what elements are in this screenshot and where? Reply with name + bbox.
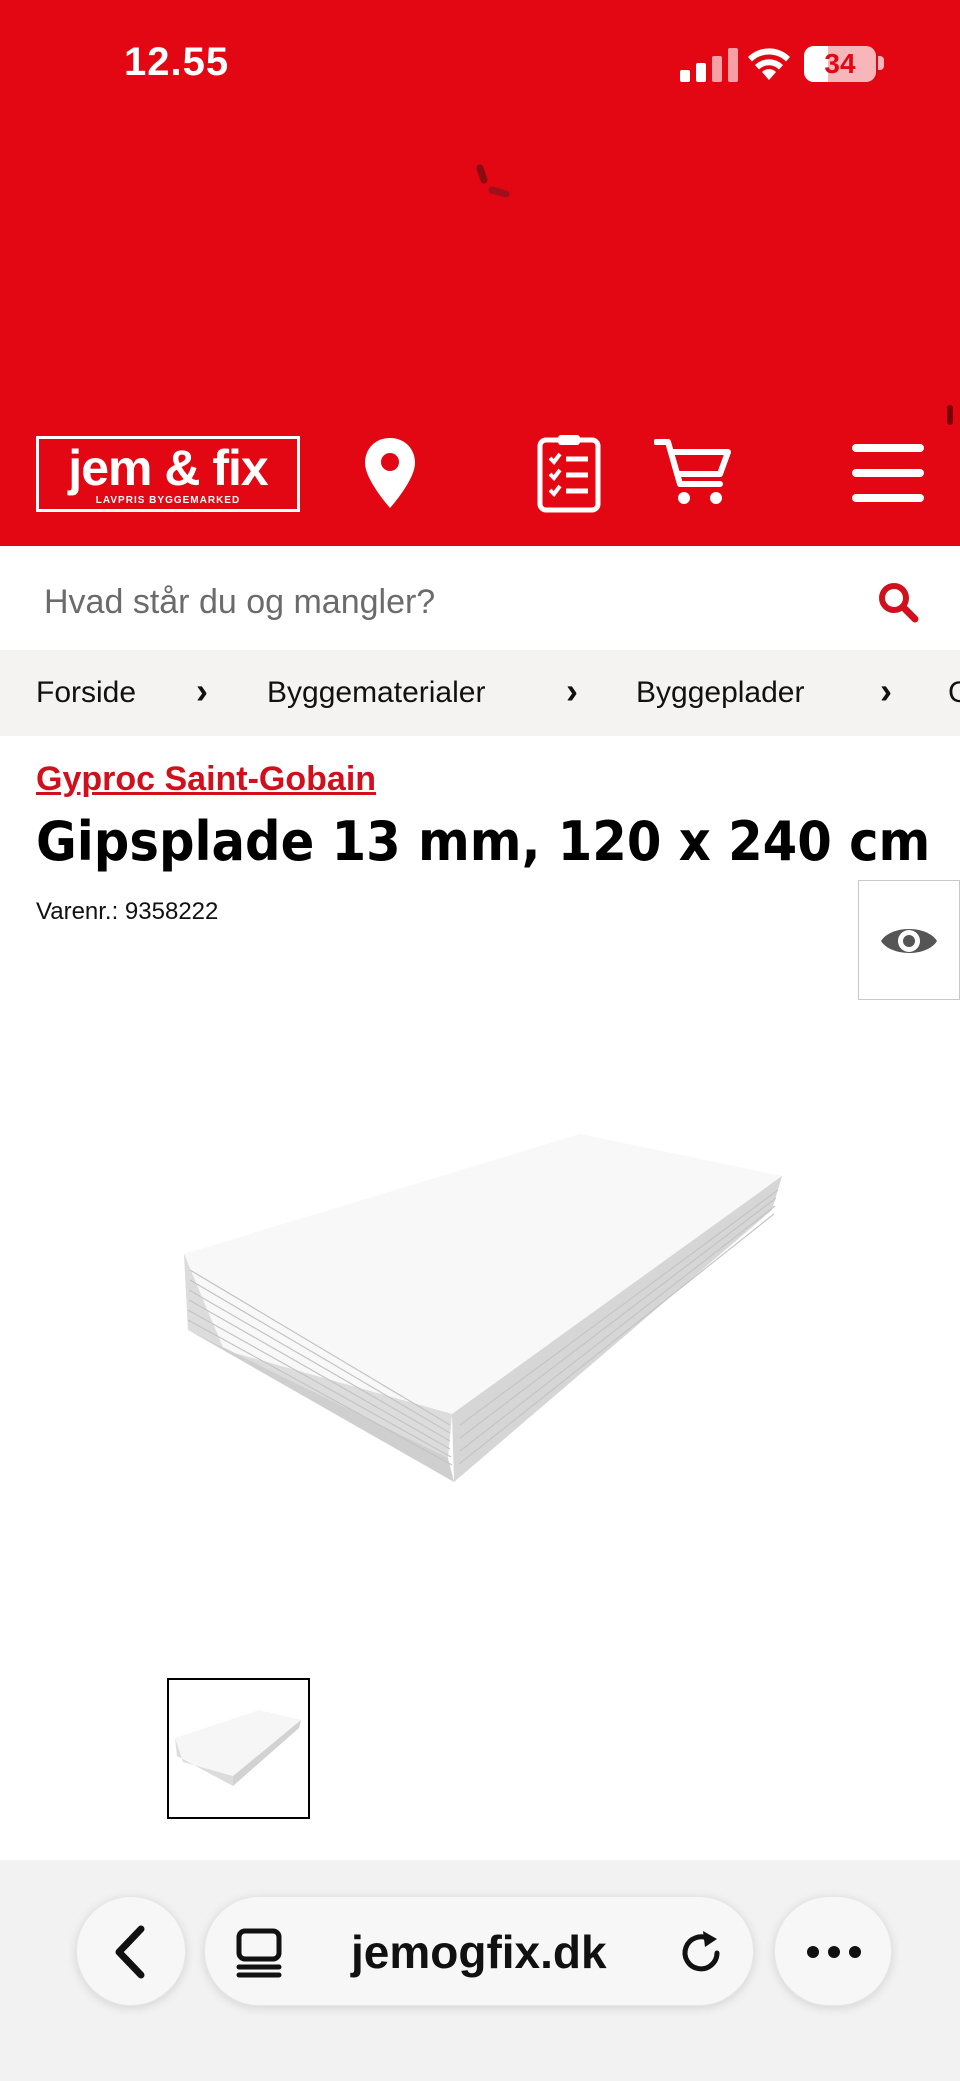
page: 12.55 34 jem & fix LAVPRIS BYGGEMARKED H… <box>0 0 960 2081</box>
thumbnail-image <box>175 1710 301 1786</box>
chevron-left-icon <box>115 1925 145 1979</box>
breadcrumb-item-byggeplader[interactable]: Byggeplader <box>636 676 804 710</box>
location-pin-icon[interactable] <box>362 436 418 510</box>
breadcrumb-item-byggematerialer[interactable]: Byggematerialer <box>267 676 485 710</box>
battery-cap <box>878 56 884 70</box>
logo-tagline: LAVPRIS BYGGEMARKED <box>95 495 241 506</box>
address-bar[interactable]: jemogfix.dk <box>204 1896 754 2006</box>
header-background: 12.55 34 jem & fix LAVPRIS BYGGEMARKED <box>0 0 960 546</box>
reload-icon[interactable] <box>677 1927 727 1977</box>
back-button[interactable] <box>76 1896 186 2006</box>
product-sku: Varenr.: 9358222 <box>36 898 219 925</box>
search-icon[interactable] <box>876 580 920 624</box>
eye-icon <box>881 929 937 953</box>
more-options-button[interactable] <box>774 1896 892 2006</box>
tabs-overview-icon <box>236 1928 282 1978</box>
menu-icon[interactable] <box>852 442 924 504</box>
wifi-icon <box>748 48 790 80</box>
breadcrumb: Forside › Byggematerialer › Byggeplader … <box>0 650 960 736</box>
breadcrumb-separator: › <box>880 670 892 711</box>
loading-spinner-icon <box>476 164 510 198</box>
view-button[interactable] <box>858 880 960 1000</box>
breadcrumb-separator: › <box>196 670 208 711</box>
logo-text: jem & fix <box>68 440 268 496</box>
breadcrumb-separator: › <box>566 670 578 711</box>
product-image[interactable] <box>170 1120 790 1540</box>
breadcrumb-item-forside[interactable]: Forside <box>36 676 136 710</box>
battery-icon: 34 <box>804 46 876 82</box>
cellular-signal-icon <box>680 48 738 82</box>
product-title: Gipsplade 13 mm, 120 x 240 cm <box>36 810 931 873</box>
status-time: 12.55 <box>124 40 230 84</box>
cart-icon[interactable] <box>654 436 734 508</box>
breadcrumb-item-next[interactable]: G <box>948 676 960 710</box>
battery-percent: 34 <box>824 48 856 79</box>
more-dots-icon <box>807 1946 861 1958</box>
product-thumbnail[interactable] <box>167 1678 310 1819</box>
product-brand-link[interactable]: Gyproc Saint-Gobain <box>36 760 376 799</box>
scroll-indicator <box>947 405 953 425</box>
search-input[interactable] <box>44 578 844 626</box>
jem-fix-logo[interactable]: jem & fix LAVPRIS BYGGEMARKED <box>36 436 300 512</box>
url-text: jemogfix.dk <box>351 1926 607 1978</box>
search-bar <box>18 558 942 644</box>
shopping-list-icon[interactable] <box>536 434 602 514</box>
